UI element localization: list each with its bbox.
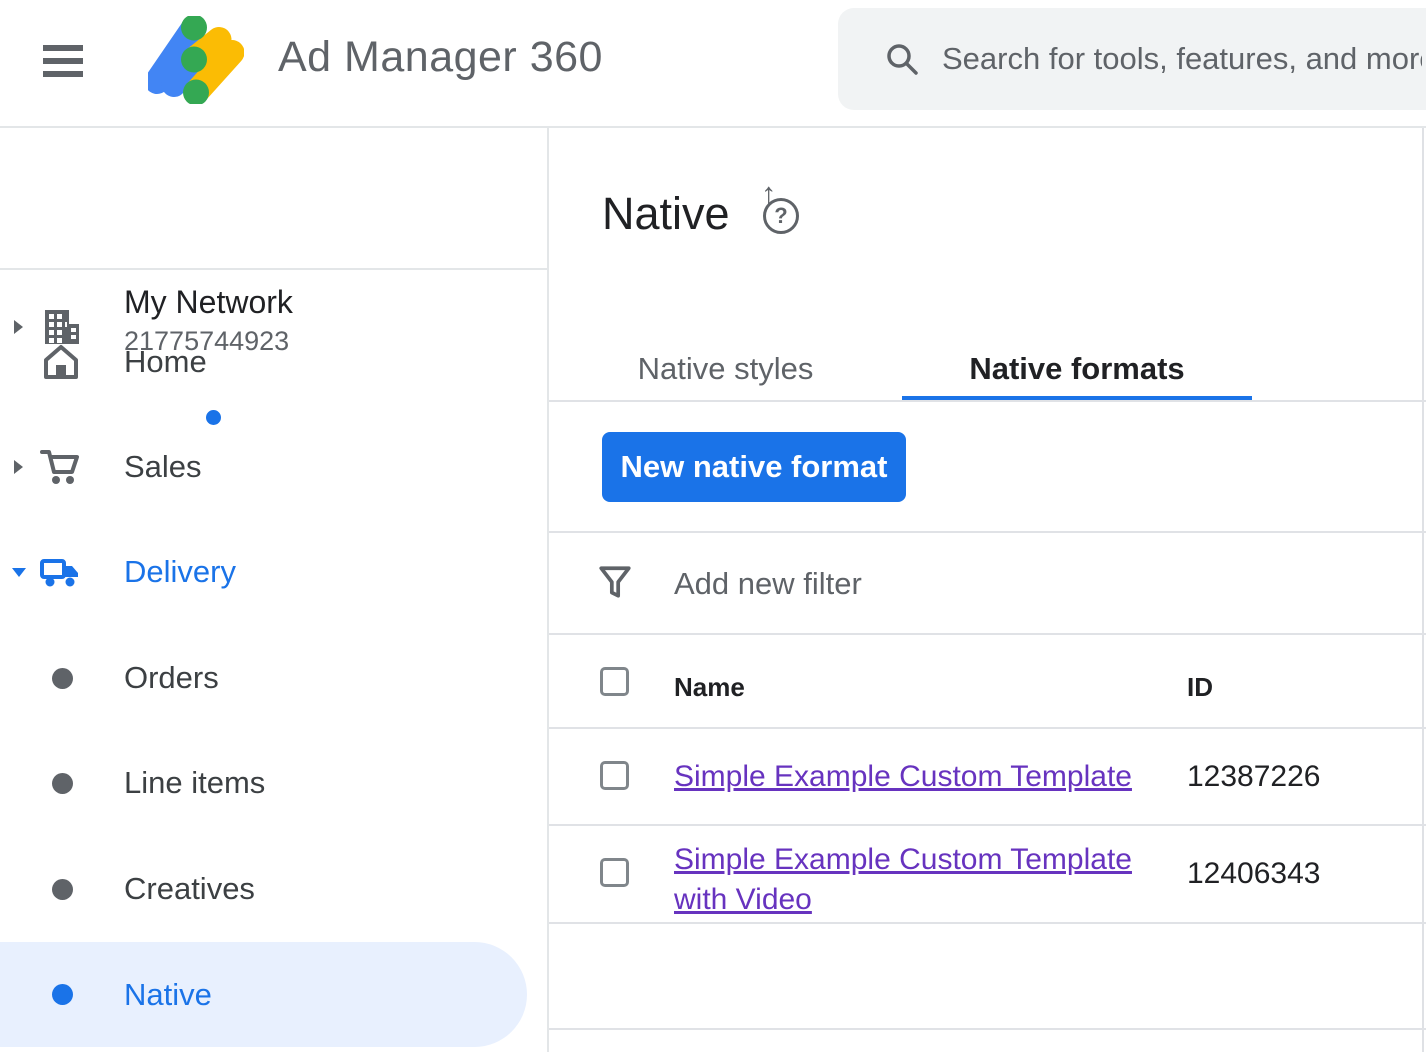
sidebar-item-line-items[interactable]: Line items [0,740,547,826]
nav-label: Home [124,344,207,380]
sidebar-item-creatives[interactable]: Creatives [0,846,547,932]
new-native-format-button[interactable]: New native format [602,432,906,502]
row-checkbox[interactable] [600,858,629,887]
main-content: Native ? Native styles Native formats Ne… [547,128,1424,1052]
filter-icon [597,564,633,600]
row-divider [549,1028,1426,1030]
tab-native-styles[interactable]: Native styles [549,336,902,402]
nav-label: Native [124,977,212,1013]
row-divider [549,727,1426,729]
sidebar-item-sales[interactable]: Sales [0,424,547,510]
native-format-link[interactable]: Simple Example Custom Template with Vide… [674,840,1186,920]
nav-label: Sales [124,449,202,485]
network-name: My Network [124,284,293,321]
select-all-checkbox[interactable] [600,667,629,696]
native-format-id: 12387226 [1187,760,1320,794]
native-format-id: 12406343 [1187,857,1320,891]
truck-icon [38,549,84,595]
sort-ascending-icon[interactable]: ↑ [761,176,777,212]
menu-icon[interactable] [40,40,86,84]
nav-label: Creatives [124,871,255,907]
tab-native-formats[interactable]: Native formats [902,336,1252,402]
sidebar-item-orders[interactable]: Orders [0,635,547,721]
global-search-bar[interactable] [838,8,1426,110]
column-header-id[interactable]: ID [1187,672,1213,703]
global-search-input[interactable] [942,8,1422,110]
row-divider [549,824,1426,826]
nav-label: Line items [124,765,265,801]
native-format-link[interactable]: Simple Example Custom Template [674,757,1132,797]
nav-label: Orders [124,660,219,696]
cart-icon [38,444,84,490]
nav-label: Delivery [124,554,236,590]
expand-caret-icon[interactable] [14,460,23,474]
row-divider [549,922,1426,924]
sidebar-item-delivery[interactable]: Delivery [0,529,547,615]
section-divider [549,633,1426,635]
bullet-icon [52,668,73,689]
sidebar-navigation: My Network 21775744923 Home Sales Delive… [0,128,547,1052]
home-icon [38,339,84,385]
row-checkbox[interactable] [600,761,629,790]
add-filter-row[interactable]: Add new filter [549,532,1426,633]
top-app-bar: Ad Manager 360 [0,0,1426,128]
sidebar-item-home[interactable]: Home [0,319,547,405]
bullet-icon [52,879,73,900]
app-title: Ad Manager 360 [278,33,603,82]
tab-bar: Native styles Native formats [549,336,1426,402]
add-filter-placeholder: Add new filter [674,566,862,602]
sidebar-divider [0,268,547,270]
column-header-name[interactable]: Name [674,672,745,703]
page-title: Native [602,188,730,240]
notification-dot [206,410,221,425]
bullet-icon [52,984,73,1005]
bullet-icon [52,773,73,794]
search-icon [884,41,920,77]
tabbar-divider [549,400,1426,402]
ad-manager-logo-icon [148,16,244,104]
sidebar-item-native-selected[interactable]: Native [0,942,527,1047]
collapse-caret-icon[interactable] [12,568,26,577]
